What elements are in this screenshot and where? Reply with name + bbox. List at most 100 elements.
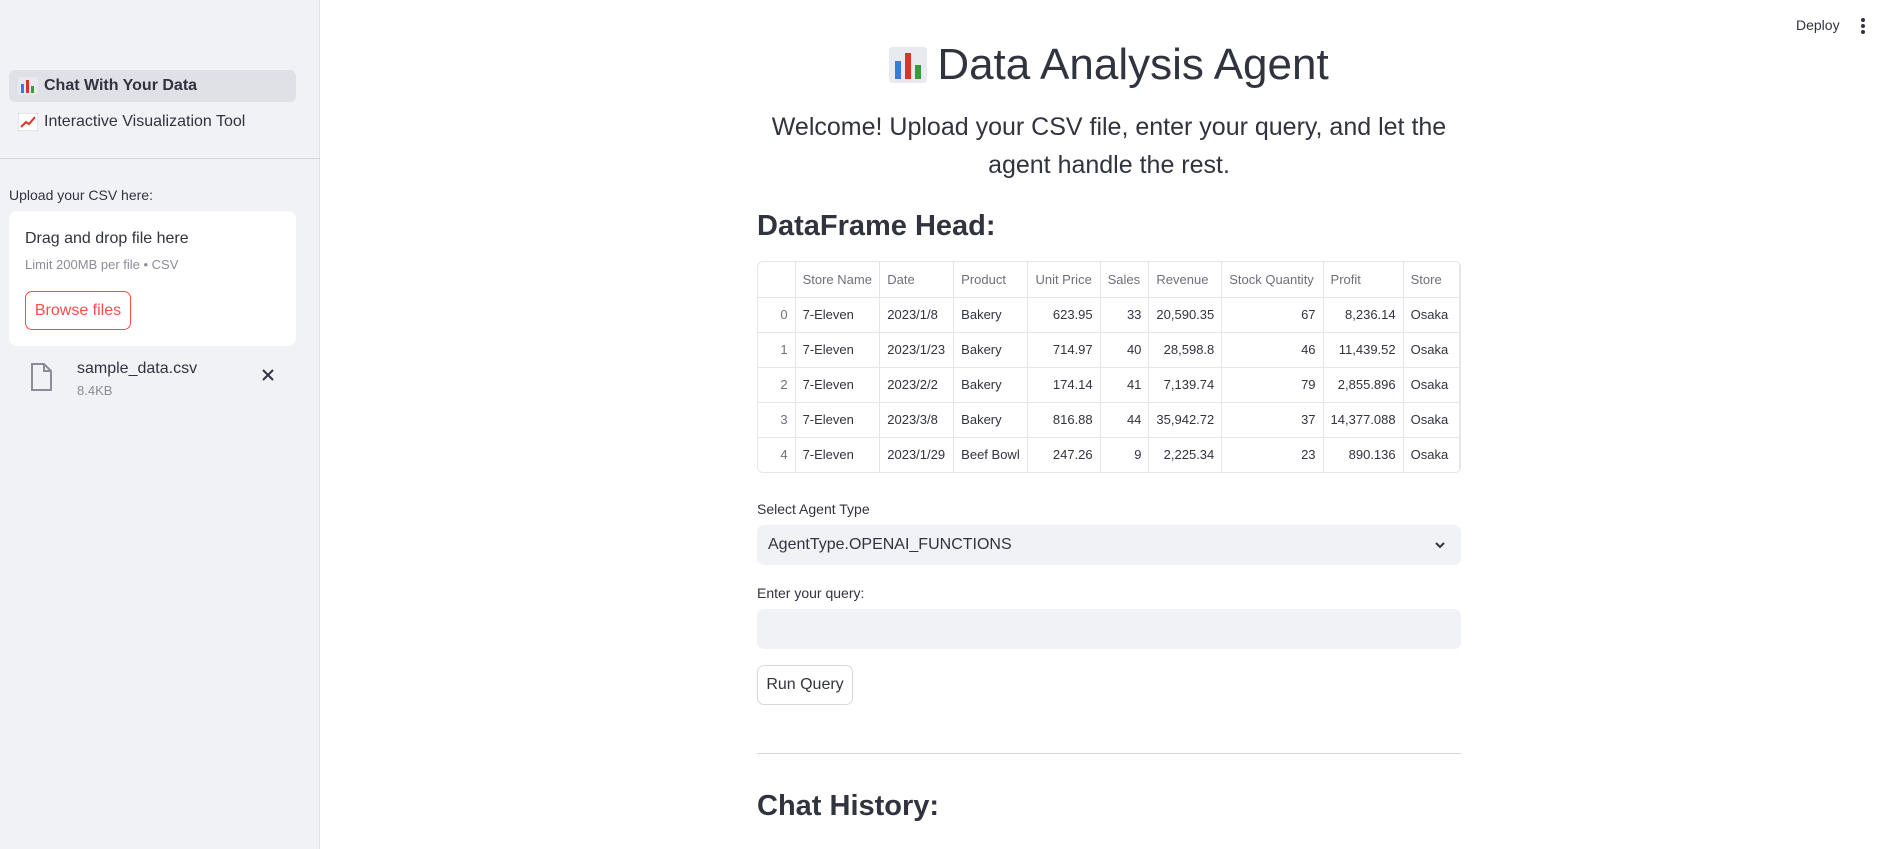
more-menu-icon[interactable] — [1860, 17, 1866, 35]
table-row: 1 7-Eleven 2023/1/23 Bakery 714.97 40 28… — [758, 332, 1460, 368]
table-cell: 714.97 — [1027, 332, 1101, 368]
table-cell: 816.88 — [1027, 402, 1101, 438]
sidebar-nav: Chat With Your Data Interactive Visualiz… — [9, 70, 296, 142]
table-cell: 3 — [758, 402, 796, 438]
column-header[interactable]: Product — [953, 262, 1029, 298]
table-cell: 41 — [1100, 367, 1150, 403]
browse-files-button[interactable]: Browse files — [25, 291, 131, 330]
table-cell: 2 — [758, 367, 796, 403]
chat-history-heading: Chat History: — [757, 790, 940, 822]
dropzone-title: Drag and drop file here — [25, 230, 189, 247]
table-cell: 7,139.74 — [1148, 367, 1223, 403]
dataframe-table[interactable]: Store Name Date Product Unit Price Sales… — [757, 261, 1461, 473]
table-row: 4 7-Eleven 2023/1/29 Beef Bowl 247.26 9 … — [758, 437, 1460, 472]
table-cell: 1 — [758, 332, 796, 368]
table-row: 3 7-Eleven 2023/3/8 Bakery 816.88 44 35,… — [758, 402, 1460, 438]
close-icon[interactable] — [261, 368, 275, 382]
deploy-button[interactable]: Deploy — [1796, 17, 1840, 33]
table-cell: 40 — [1100, 332, 1150, 368]
uploaded-file: sample_data.csv 8.4KB — [30, 357, 290, 401]
table-cell: Osaka — [1403, 402, 1460, 438]
column-header[interactable] — [758, 262, 796, 298]
table-cell: 174.14 — [1027, 367, 1101, 403]
nav-item-label: Interactive Visualization Tool — [44, 113, 246, 130]
file-icon — [31, 363, 52, 391]
table-cell: 67 — [1221, 297, 1324, 333]
table-cell: 623.95 — [1027, 297, 1101, 333]
table-row: 2 7-Eleven 2023/2/2 Bakery 174.14 41 7,1… — [758, 367, 1460, 403]
file-name: sample_data.csv — [77, 360, 198, 377]
line-chart-icon — [18, 113, 38, 131]
file-size: 8.4KB — [77, 383, 113, 398]
table-cell: 20,590.35 — [1148, 297, 1223, 333]
table-cell: Bakery — [953, 297, 1029, 333]
table-cell: 11,439.52 — [1323, 332, 1404, 368]
table-cell: 7-Eleven — [795, 437, 881, 472]
table-cell: Bakery — [953, 332, 1029, 368]
page-title: Data Analysis Agent — [757, 40, 1461, 90]
nav-item-interactive-visualization-tool[interactable]: Interactive Visualization Tool — [9, 106, 296, 138]
table-cell: 33 — [1100, 297, 1150, 333]
table-cell: 7-Eleven — [795, 332, 881, 368]
agent-type-value: AgentType.OPENAI_FUNCTIONS — [768, 536, 1012, 553]
upload-label: Upload your CSV here: — [9, 187, 153, 203]
chevron-down-icon — [1435, 542, 1445, 549]
table-cell: 35,942.72 — [1148, 402, 1223, 438]
table-cell: 2023/2/2 — [879, 367, 955, 403]
table-cell: Beef Bowl — [953, 437, 1029, 472]
table-cell: Osaka — [1403, 367, 1460, 403]
table-cell: 14,377.088 — [1323, 402, 1404, 438]
bar-chart-icon — [18, 77, 38, 95]
column-header[interactable]: Store — [1403, 262, 1460, 298]
column-header[interactable]: Sales — [1100, 262, 1150, 298]
nav-item-label: Chat With Your Data — [44, 77, 198, 94]
welcome-text: Welcome! Upload your CSV file, enter you… — [771, 113, 1447, 179]
column-header[interactable]: Revenue — [1148, 262, 1223, 298]
table-cell: 4 — [758, 437, 796, 472]
page-title-text: Data Analysis Agent — [937, 40, 1329, 89]
query-label: Enter your query: — [757, 585, 865, 601]
column-header[interactable]: Profit — [1323, 262, 1404, 298]
table-header-row: Store Name Date Product Unit Price Sales… — [758, 262, 1460, 298]
table-cell: 2023/1/23 — [879, 332, 955, 368]
table-cell: 44 — [1100, 402, 1150, 438]
table-cell: 46 — [1221, 332, 1324, 368]
sidebar-divider — [0, 158, 320, 159]
table-cell: 2,225.34 — [1148, 437, 1223, 472]
column-header[interactable]: Stock Quantity — [1221, 262, 1324, 298]
table-cell: Osaka — [1403, 332, 1460, 368]
table-cell: 28,598.8 — [1148, 332, 1223, 368]
table-cell: 2023/1/29 — [879, 437, 955, 472]
column-header[interactable]: Unit Price — [1027, 262, 1101, 298]
file-dropzone[interactable]: Drag and drop file here Limit 200MB per … — [9, 211, 296, 346]
table-cell: 9 — [1100, 437, 1150, 472]
nav-item-chat-with-your-data[interactable]: Chat With Your Data — [9, 70, 296, 102]
run-query-button[interactable]: Run Query — [757, 665, 853, 705]
table-cell: 890.136 — [1323, 437, 1404, 472]
table-cell: 37 — [1221, 402, 1324, 438]
table-cell: 2,855.896 — [1323, 367, 1404, 403]
agent-type-select[interactable]: AgentType.OPENAI_FUNCTIONS — [757, 525, 1461, 565]
table-cell: 7-Eleven — [795, 367, 881, 403]
table-cell: 2023/1/8 — [879, 297, 955, 333]
table-cell: 79 — [1221, 367, 1324, 403]
divider — [757, 753, 1461, 754]
query-input[interactable] — [757, 609, 1461, 649]
table-cell: 0 — [758, 297, 796, 333]
column-header[interactable]: Store Name — [795, 262, 881, 298]
table-cell: 23 — [1221, 437, 1324, 472]
table-cell: Bakery — [953, 367, 1029, 403]
table-cell: 8,236.14 — [1323, 297, 1404, 333]
agent-type-label: Select Agent Type — [757, 501, 870, 517]
table-row: 0 7-Eleven 2023/1/8 Bakery 623.95 33 20,… — [758, 297, 1460, 333]
table-cell: 247.26 — [1027, 437, 1101, 472]
sidebar: Chat With Your Data Interactive Visualiz… — [0, 0, 320, 849]
table-cell: Bakery — [953, 402, 1029, 438]
dataframe-heading: DataFrame Head: — [757, 210, 996, 242]
bar-chart-icon — [889, 47, 928, 83]
table-cell: Osaka — [1403, 297, 1460, 333]
column-header[interactable]: Date — [879, 262, 955, 298]
table-cell: 2023/3/8 — [879, 402, 955, 438]
data-table: Store Name Date Product Unit Price Sales… — [758, 262, 1460, 472]
table-cell: 7-Eleven — [795, 402, 881, 438]
